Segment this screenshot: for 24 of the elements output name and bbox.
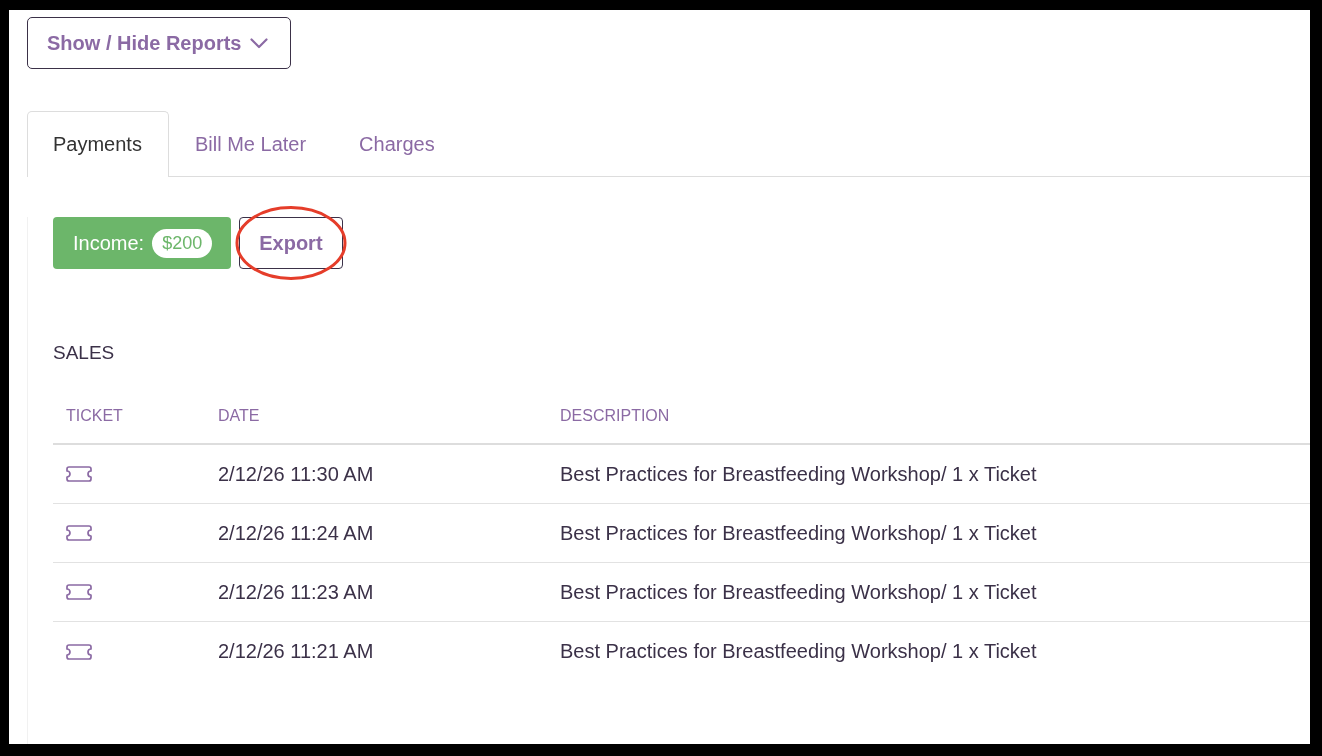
ticket-icon[interactable] — [66, 466, 92, 482]
sale-date: 2/12/26 11:30 AM — [217, 462, 374, 486]
sales-heading: SALES — [53, 341, 115, 365]
export-button[interactable]: Export — [239, 217, 343, 269]
ticket-icon[interactable] — [66, 643, 92, 660]
sale-description: Best Practices for Breastfeeding Workshop/ 1 x Ticket — [559, 640, 1037, 663]
income-button[interactable]: Income: $200 — [53, 217, 232, 269]
column-heading: DATE — [217, 406, 260, 426]
ticket-icon[interactable] — [66, 584, 92, 600]
column-heading: DESCRIPTION — [559, 406, 670, 426]
chevron-down-icon — [250, 37, 269, 49]
column-heading: TICKET — [65, 406, 123, 426]
ticket-icon[interactable] — [66, 525, 92, 541]
sale-description: Best Practices for Breastfeeding Workshop/ 1 x Ticket — [559, 462, 1037, 486]
show-hide-reports-button[interactable]: Show / Hide Reports — [27, 17, 292, 69]
sale-date: 2/12/26 11:24 AM — [217, 521, 374, 545]
income-amount-pill: $200 — [152, 228, 213, 258]
tab[interactable]: Charges — [333, 111, 462, 176]
sale-date: 2/12/26 11:23 AM — [217, 580, 374, 604]
sale-date: 2/12/26 11:21 AM — [217, 640, 374, 663]
sale-description: Best Practices for Breastfeeding Workshop/ 1 x Ticket — [559, 521, 1037, 545]
sale-description: Best Practices for Breastfeeding Workshop/ 1 x Ticket — [559, 580, 1037, 604]
tab[interactable]: Bill Me Later — [168, 111, 334, 176]
tab[interactable]: Payments — [27, 111, 169, 177]
